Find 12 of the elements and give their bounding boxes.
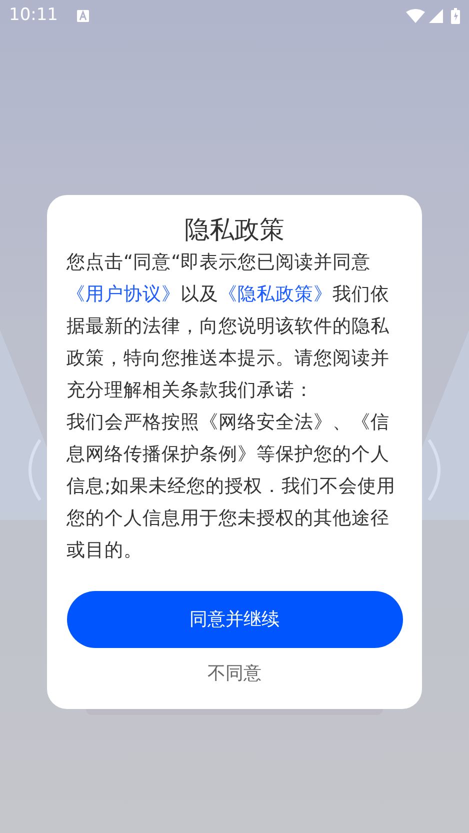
dialog-title: 隐私政策	[184, 214, 284, 246]
policy-paragraph: 您点击“同意“即表示您已阅读并同意 《用户协议》以及《隐私政策》我们依据最新的法律，向您说明该软件的隐私政策，特向您推送本提示。请您阅读并充分理解相关条款我们承诺：	[66, 251, 390, 403]
wifi-icon	[406, 9, 425, 23]
battery-icon	[451, 8, 460, 24]
signal-icon	[429, 9, 443, 23]
disagree-button[interactable]: 不同意	[200, 658, 270, 689]
policy-paragraph: 我们会严格按照《网络安全法》、《信息网络传播保护条例》等保护您的个人信息;如果未经您的授权．我们不会使用您的个人信息用于您未授权的其他途径或目的。	[66, 411, 397, 563]
policy-link[interactable]: 《用户协议》	[66, 284, 180, 305]
policy-link[interactable]: 《隐私政策》	[218, 284, 332, 305]
agree-button[interactable]: 同意并继续	[66, 591, 402, 648]
keyboard-icon	[77, 10, 89, 22]
status-time: 10:11	[9, 4, 58, 28]
